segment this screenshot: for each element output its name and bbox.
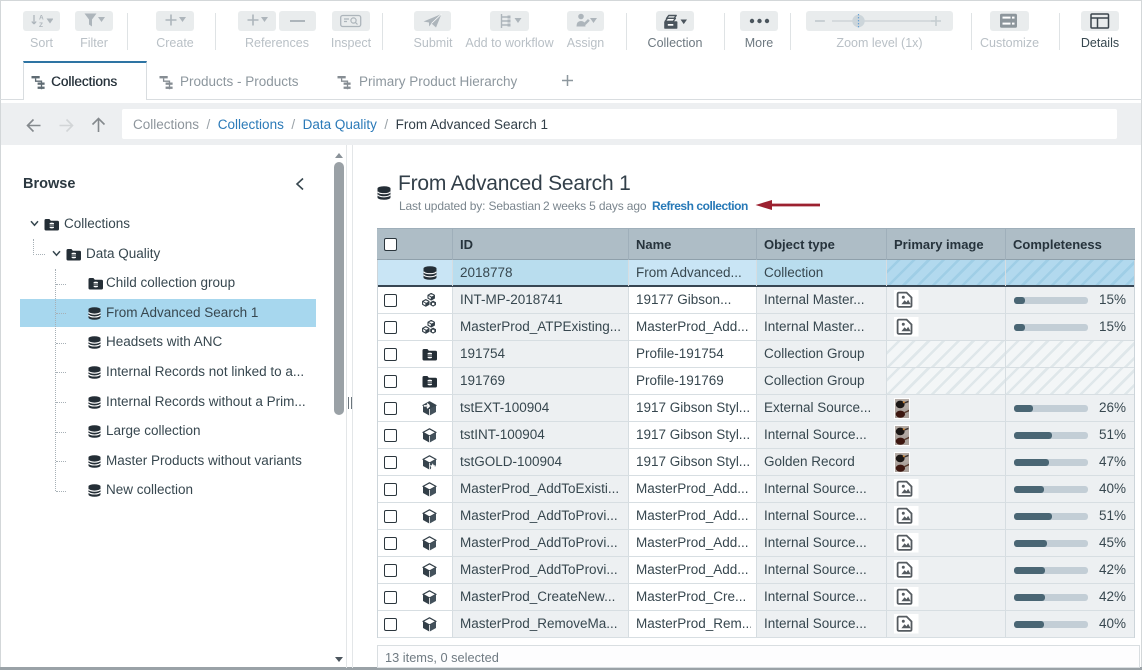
svg-text:A: A	[39, 15, 44, 22]
svg-text:Z: Z	[39, 22, 43, 28]
